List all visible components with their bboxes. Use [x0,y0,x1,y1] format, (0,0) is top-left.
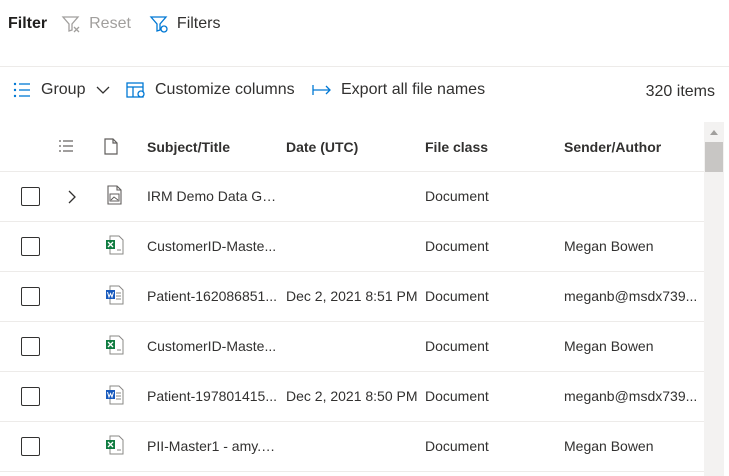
list-options-icon[interactable] [58,139,74,153]
export-arrow-icon [312,85,331,95]
cell-subject[interactable]: Patient-197801415... [147,388,279,404]
cell-subject[interactable]: PII-Master1 - amy.c... [147,438,279,454]
item-count: 320 items [645,83,715,100]
chevron-right-icon[interactable] [66,189,78,205]
cell-file-class: Document [425,188,489,204]
table-row[interactable]: IRM Demo Data Ge... Document [0,172,704,222]
customize-columns-button[interactable]: Customize columns [126,81,295,99]
row-checkbox[interactable] [21,337,40,356]
row-checkbox[interactable] [21,437,40,456]
excel-file-icon [106,435,124,455]
cell-subject[interactable]: IRM Demo Data Ge... [147,188,279,204]
table-row[interactable]: PII-Master1 - amy.c... Document Megan Bowe… [0,422,704,472]
group-list-icon [13,82,30,98]
filters-button[interactable]: Filters [149,14,221,34]
table-row[interactable]: CustomerID-Maste... Document Megan Bowen [0,322,704,372]
cell-subject[interactable]: CustomerID-Maste... [147,238,279,254]
scroll-up-arrow-icon[interactable] [709,128,719,136]
column-header-file-class[interactable]: File class [425,139,488,155]
vertical-scrollbar[interactable] [704,122,724,476]
cell-sender: meganb@msdx739... [564,388,698,404]
column-header-subject[interactable]: Subject/Title [147,139,230,155]
cell-sender: meganb@msdx739... [564,288,698,304]
filter-bar: Filter Reset Filters [0,0,729,48]
cell-sender: Megan Bowen [564,338,654,354]
cell-file-class: Document [425,338,489,354]
cell-file-class: Document [425,388,489,404]
group-button[interactable]: Group [12,81,120,99]
column-header-sender[interactable]: Sender/Author [564,139,661,155]
file-type-icon[interactable] [104,138,118,155]
row-checkbox[interactable] [21,237,40,256]
word-file-icon [106,385,124,405]
table-row[interactable]: Patient-197801415... Dec 2, 2021 8:50 PM D… [0,372,704,422]
cell-date: Dec 2, 2021 8:51 PM [286,288,418,304]
filters-label: Filters [176,15,221,32]
filter-settings-icon [149,16,168,33]
cell-sender: Megan Bowen [564,438,654,454]
reset-label: Reset [89,15,131,32]
cell-file-class: Document [425,238,489,254]
clear-filter-icon [61,16,80,33]
image-file-icon [107,185,122,205]
command-bar: Group Customize columns Export all file … [0,67,729,117]
cell-file-class: Document [425,288,489,304]
word-file-icon [106,285,124,305]
row-checkbox[interactable] [21,387,40,406]
export-file-names-button[interactable]: Export all file names [312,81,485,99]
excel-file-icon [106,335,124,355]
reset-button[interactable]: Reset [61,14,131,34]
row-checkbox[interactable] [21,187,40,206]
excel-file-icon [106,235,124,255]
row-checkbox[interactable] [21,287,40,306]
customize-columns-label: Customize columns [155,81,295,98]
cell-date: Dec 2, 2021 8:50 PM [286,388,418,404]
export-label: Export all file names [341,81,486,98]
cell-file-class: Document [425,438,489,454]
table-row[interactable]: Patient-162086851... Dec 2, 2021 8:51 PM D… [0,272,704,322]
column-header-date[interactable]: Date (UTC) [286,139,358,155]
table-row[interactable]: CustomerID-Maste... Document Megan Bowen [0,222,704,272]
group-label: Group [41,81,86,98]
chevron-down-icon [97,86,110,94]
cell-sender: Megan Bowen [564,238,654,254]
cell-subject[interactable]: CustomerID-Maste... [147,338,279,354]
customize-columns-icon [126,82,145,98]
cell-subject[interactable]: Patient-162086851... [147,288,279,304]
grid-header: Subject/Title Date (UTC) File class Send… [0,122,704,172]
filter-title: Filter [8,15,48,32]
scrollbar-thumb[interactable] [705,142,723,172]
